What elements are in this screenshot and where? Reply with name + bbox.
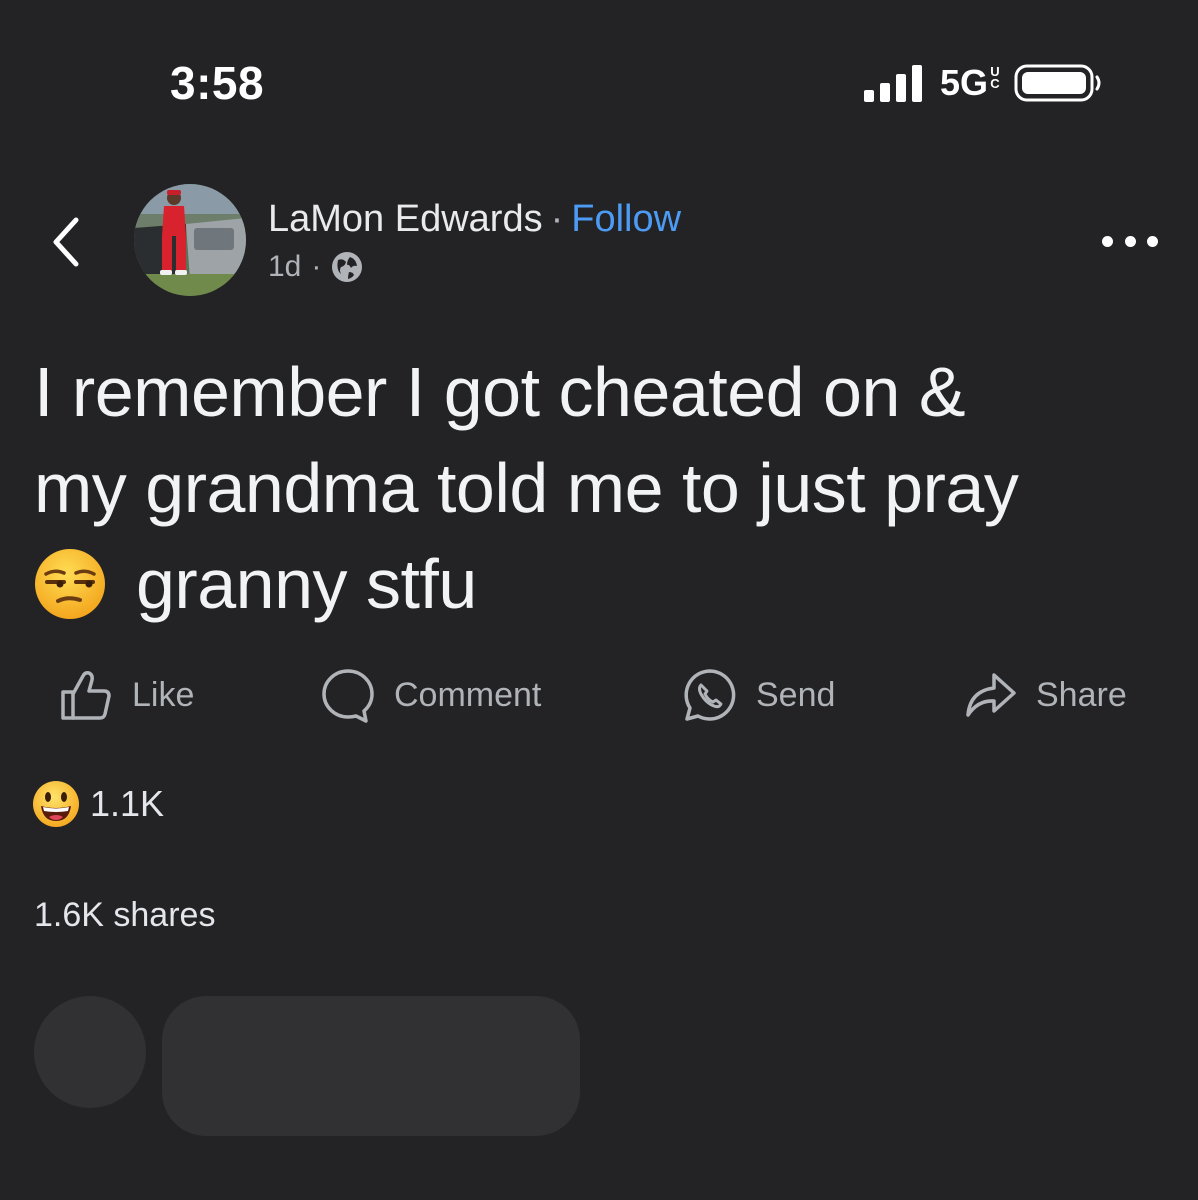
share-count[interactable]: 1.6K shares — [34, 896, 215, 935]
chevron-left-icon — [53, 217, 79, 267]
network-label: 5G — [939, 62, 988, 103]
share-arrow-icon — [966, 673, 1016, 717]
signal-icon — [863, 65, 922, 102]
speech-bubble-icon — [322, 669, 374, 723]
send-label: Send — [756, 675, 836, 714]
post-text-tail: granny stfu — [136, 545, 477, 623]
post-text: I remember I got cheated on & my grandma… — [34, 344, 1164, 632]
post-text-line-with-emoji: granny stfu — [34, 536, 1164, 632]
comment-label: Comment — [394, 675, 542, 714]
battery-icon — [1014, 64, 1101, 102]
like-label: Like — [132, 675, 195, 714]
more-dot — [1124, 235, 1136, 247]
status-icons: 5G UC — [863, 62, 1102, 104]
thumbs-up-icon — [61, 671, 111, 720]
comment-bubble-placeholder — [162, 996, 580, 1136]
separator-dot: · — [550, 198, 564, 240]
share-label: Share — [1036, 675, 1127, 714]
messenger-icon — [684, 669, 736, 721]
globe-icon — [332, 252, 363, 282]
post-age[interactable]: 1d — [268, 250, 301, 284]
reaction-summary[interactable]: 1.1K — [32, 780, 164, 828]
more-dot — [1102, 235, 1113, 247]
more-dot — [1147, 235, 1158, 247]
avatar-photo — [134, 184, 246, 296]
author-line: LaMon Edwards · Follow — [268, 196, 681, 242]
post-text-line: my grandma told me to just pray — [34, 449, 1019, 527]
post-meta: 1d · — [268, 250, 363, 284]
comment-button[interactable]: Comment — [320, 660, 541, 730]
network-indicator: 5G UC — [940, 62, 1000, 104]
meta-separator: · — [311, 250, 322, 283]
grinning-emoji-icon — [33, 781, 79, 827]
network-suffix: UC — [990, 64, 1000, 91]
author-name[interactable]: LaMon Edwards — [268, 198, 543, 240]
back-button[interactable] — [40, 210, 94, 274]
unamused-emoji-icon — [35, 549, 105, 619]
post-text-line: I remember I got cheated on & — [34, 353, 966, 431]
like-button[interactable]: Like — [58, 660, 194, 730]
reaction-count: 1.1K — [90, 783, 165, 824]
send-button[interactable]: Send — [682, 660, 835, 730]
share-button[interactable]: Share — [962, 660, 1127, 730]
author-avatar[interactable] — [134, 184, 246, 296]
status-time: 3:58 — [170, 57, 265, 109]
post-action-bar: Like Comment Send Share — [0, 660, 1198, 730]
more-options-button[interactable] — [1102, 226, 1158, 256]
follow-button[interactable]: Follow — [571, 198, 681, 240]
comment-avatar-placeholder — [34, 996, 146, 1108]
